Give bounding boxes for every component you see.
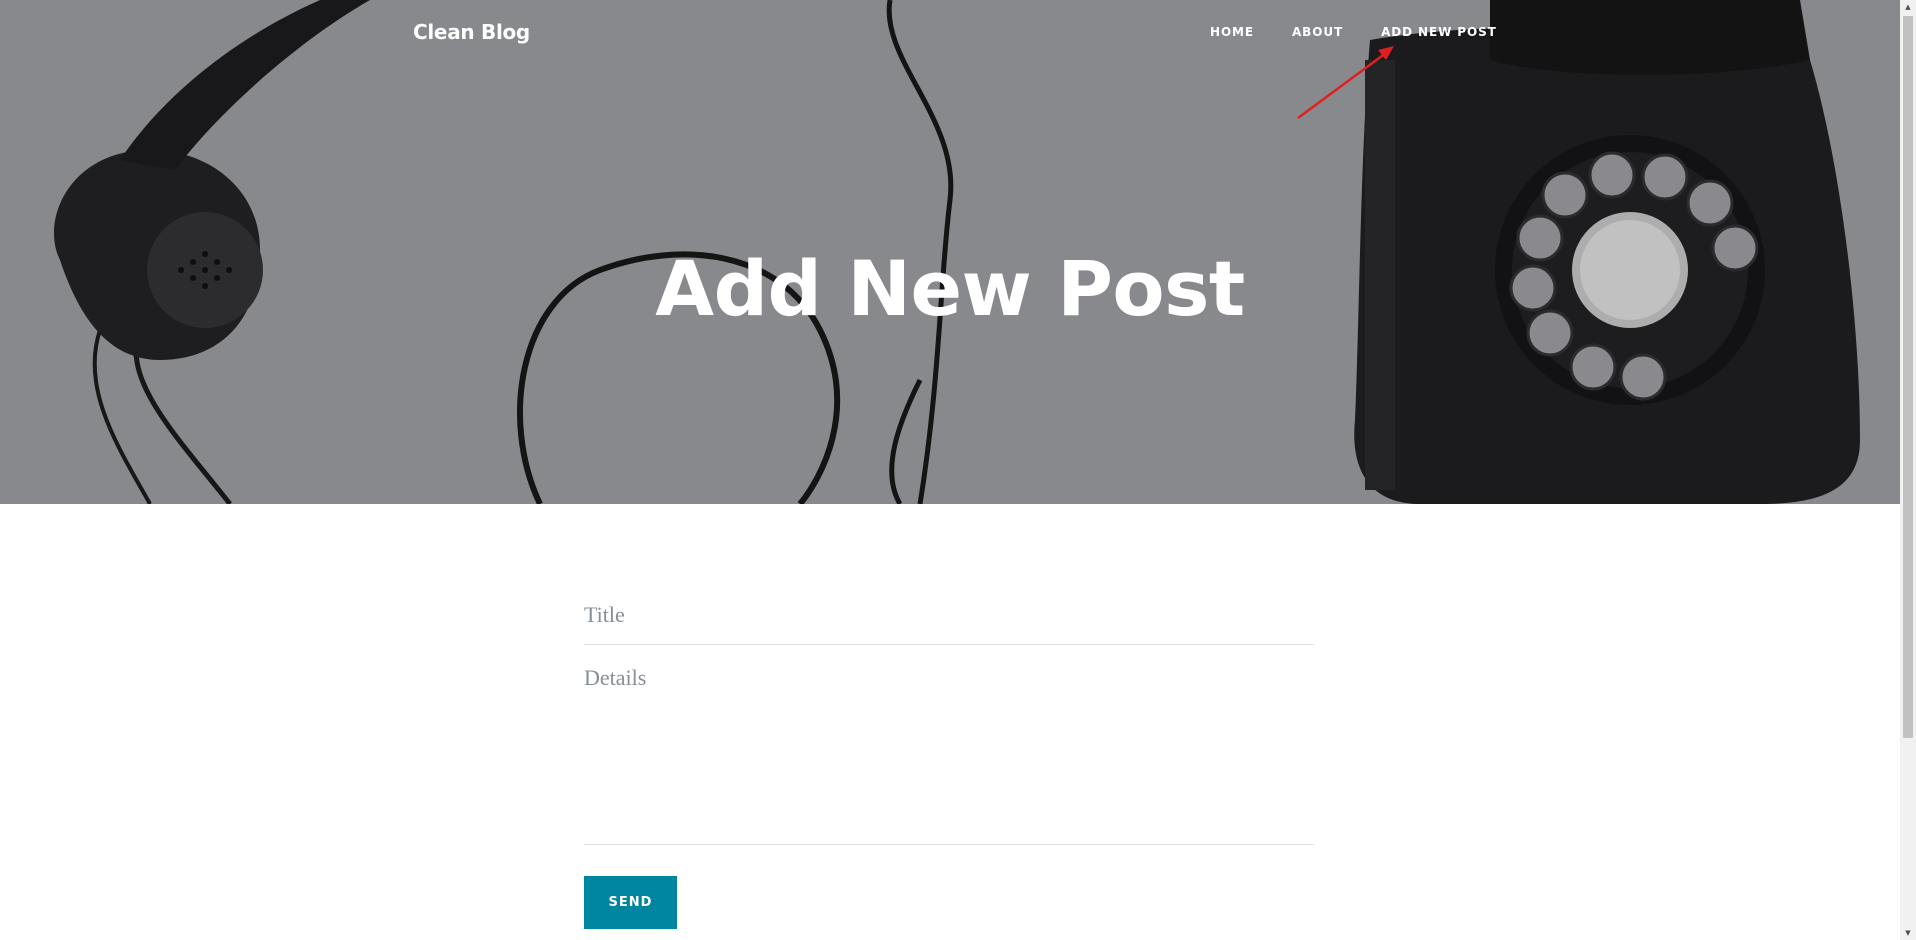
scrollbar-thumb[interactable] bbox=[1903, 16, 1913, 738]
scroll-up-arrow-icon[interactable]: ▲ bbox=[1900, 0, 1916, 14]
vertical-scrollbar[interactable]: ▲ ▼ bbox=[1900, 0, 1916, 940]
title-input[interactable] bbox=[584, 565, 1314, 644]
title-field-group bbox=[584, 565, 1314, 645]
nav-link-about[interactable]: ABOUT bbox=[1292, 25, 1343, 39]
nav-links: HOME ABOUT ADD NEW POST bbox=[1210, 25, 1497, 39]
brand-logo-link[interactable]: Clean Blog bbox=[413, 20, 530, 44]
scroll-down-arrow-icon[interactable]: ▼ bbox=[1900, 926, 1916, 940]
browser-viewport: Clean Blog HOME ABOUT ADD NEW POST Add N… bbox=[0, 0, 1916, 940]
main-navbar: Clean Blog HOME ABOUT ADD NEW POST bbox=[0, 0, 1900, 68]
nav-link-home[interactable]: HOME bbox=[1210, 25, 1254, 39]
page-header: Clean Blog HOME ABOUT ADD NEW POST Add N… bbox=[0, 0, 1900, 504]
new-post-form bbox=[584, 565, 1314, 845]
send-button[interactable]: SEND bbox=[584, 876, 677, 929]
page-title: Add New Post bbox=[655, 243, 1245, 333]
nav-link-add-new-post[interactable]: ADD NEW POST bbox=[1381, 25, 1497, 39]
details-field-group bbox=[584, 645, 1314, 845]
details-textarea[interactable] bbox=[584, 645, 1314, 844]
